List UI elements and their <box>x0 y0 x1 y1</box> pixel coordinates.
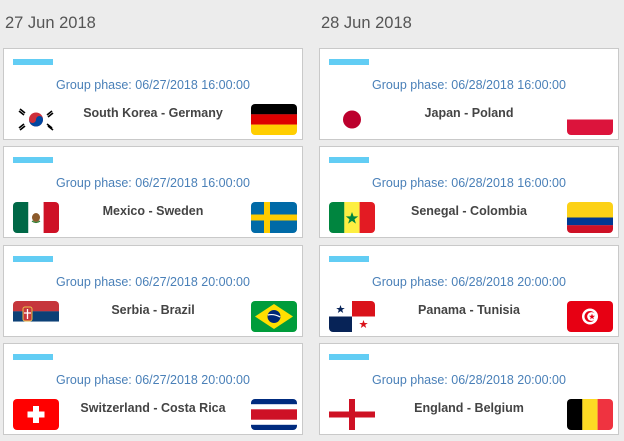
sweden-flag-icon <box>251 202 297 233</box>
match-phase: Group phase: 06/28/2018 16:00:00 <box>372 78 566 92</box>
match-schedule: 27 Jun 2018 Group phase: 06/27/2018 16:0… <box>0 0 624 441</box>
panama-flag-icon <box>329 301 375 332</box>
day-column-28-jun: 28 Jun 2018 Group phase: 06/28/2018 16:0… <box>316 0 624 441</box>
day-header: 27 Jun 2018 <box>5 14 96 32</box>
match-teams: Panama - Tunisia <box>418 303 520 317</box>
germany-flag-icon <box>251 104 297 135</box>
match-card[interactable]: Group phase: 06/28/2018 20:00:00 Panama … <box>319 245 619 337</box>
match-teams: Japan - Poland <box>424 106 514 120</box>
match-card[interactable]: Group phase: 06/27/2018 20:00:00 Serbia … <box>3 245 303 337</box>
match-teams: Switzerland - Costa Rica <box>80 401 226 415</box>
match-card[interactable]: Group phase: 06/28/2018 16:00:00 Senegal… <box>319 146 619 238</box>
status-bar <box>329 157 369 163</box>
south-korea-flag-icon <box>13 104 59 135</box>
brazil-flag-icon <box>251 301 297 332</box>
senegal-flag-icon <box>329 202 375 233</box>
match-card[interactable]: Group phase: 06/27/2018 20:00:00 Switzer… <box>3 343 303 435</box>
england-flag-icon <box>329 399 375 430</box>
switzerland-flag-icon <box>13 399 59 430</box>
match-teams: South Korea - Germany <box>83 106 223 120</box>
match-card[interactable]: Group phase: 06/28/2018 16:00:00 Japan -… <box>319 48 619 140</box>
match-phase: Group phase: 06/27/2018 20:00:00 <box>56 373 250 387</box>
match-card[interactable]: Group phase: 06/28/2018 20:00:00 England… <box>319 343 619 435</box>
match-teams: England - Belgium <box>414 401 524 415</box>
japan-flag-icon <box>329 104 375 135</box>
match-phase: Group phase: 06/28/2018 20:00:00 <box>372 373 566 387</box>
match-phase: Group phase: 06/27/2018 16:00:00 <box>56 78 250 92</box>
match-phase: Group phase: 06/27/2018 20:00:00 <box>56 275 250 289</box>
status-bar <box>13 256 53 262</box>
match-teams: Serbia - Brazil <box>111 303 195 317</box>
match-card[interactable]: Group phase: 06/27/2018 16:00:00 Mexico … <box>3 146 303 238</box>
match-teams: Senegal - Colombia <box>411 204 527 218</box>
match-phase: Group phase: 06/28/2018 20:00:00 <box>372 275 566 289</box>
poland-flag-icon <box>567 104 613 135</box>
status-bar <box>13 59 53 65</box>
mexico-flag-icon <box>13 202 59 233</box>
belgium-flag-icon <box>567 399 613 430</box>
status-bar <box>329 256 369 262</box>
status-bar <box>329 59 369 65</box>
status-bar <box>13 354 53 360</box>
status-bar <box>13 157 53 163</box>
serbia-flag-icon <box>13 301 59 332</box>
match-card[interactable]: Group phase: 06/27/2018 16:00:00 South K… <box>3 48 303 140</box>
colombia-flag-icon <box>567 202 613 233</box>
costa-rica-flag-icon <box>251 399 297 430</box>
tunisia-flag-icon <box>567 301 613 332</box>
status-bar <box>329 354 369 360</box>
day-column-27-jun: 27 Jun 2018 Group phase: 06/27/2018 16:0… <box>0 0 308 441</box>
match-teams: Mexico - Sweden <box>102 204 204 218</box>
day-header: 28 Jun 2018 <box>321 14 412 32</box>
match-phase: Group phase: 06/28/2018 16:00:00 <box>372 176 566 190</box>
match-phase: Group phase: 06/27/2018 16:00:00 <box>56 176 250 190</box>
